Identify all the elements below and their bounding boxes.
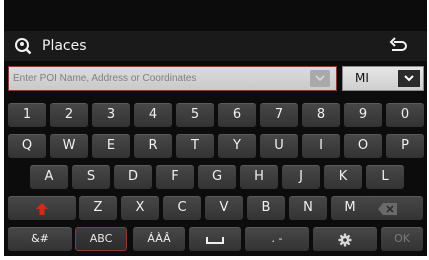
key-o[interactable]: O xyxy=(344,134,382,158)
gear-icon xyxy=(338,233,352,246)
chevron-down-icon xyxy=(315,75,325,82)
abc-key[interactable]: ABC xyxy=(75,227,127,251)
key-s[interactable]: S xyxy=(72,165,110,189)
dot-dash-key[interactable]: . - xyxy=(245,227,309,251)
key-d[interactable]: D xyxy=(114,165,152,189)
accents-key[interactable]: ÁÀÂ xyxy=(133,227,185,251)
key-q[interactable]: Q xyxy=(8,134,46,158)
unit-value: MI xyxy=(355,71,369,85)
key-k[interactable]: K xyxy=(324,165,362,189)
shift-key[interactable] xyxy=(8,196,76,220)
ok-key[interactable]: OK xyxy=(381,227,423,251)
key-m[interactable]: M xyxy=(331,196,369,220)
key-t[interactable]: T xyxy=(176,134,214,158)
key-b[interactable]: B xyxy=(247,196,285,220)
key-5[interactable]: 5 xyxy=(176,103,214,127)
space-key[interactable] xyxy=(189,227,241,251)
search-row: MI xyxy=(4,63,427,93)
key-0[interactable]: 0 xyxy=(386,103,424,127)
key-x[interactable]: X xyxy=(121,196,159,220)
key-u[interactable]: U xyxy=(260,134,298,158)
key-l[interactable]: L xyxy=(366,165,404,189)
key-7[interactable]: 7 xyxy=(260,103,298,127)
key-w[interactable]: W xyxy=(50,134,88,158)
key-e[interactable]: E xyxy=(92,134,130,158)
key-f[interactable]: F xyxy=(156,165,194,189)
key-c[interactable]: C xyxy=(163,196,201,220)
unit-dropdown-button[interactable] xyxy=(398,70,420,87)
chevron-down-icon xyxy=(404,75,414,82)
settings-key[interactable] xyxy=(313,227,377,251)
poi-search-field[interactable] xyxy=(8,66,337,91)
shift-arrow-icon xyxy=(36,202,48,215)
key-j[interactable]: J xyxy=(282,165,320,189)
key-p[interactable]: P xyxy=(386,134,424,158)
key-i[interactable]: I xyxy=(302,134,340,158)
key-h[interactable]: H xyxy=(240,165,278,189)
space-icon xyxy=(206,236,224,244)
key-1[interactable]: 1 xyxy=(8,103,46,127)
key-6[interactable]: 6 xyxy=(218,103,256,127)
back-arrow-icon[interactable] xyxy=(387,36,409,56)
symbols-key[interactable]: &# xyxy=(8,227,72,251)
header-bar: Places xyxy=(4,31,427,61)
backspace-icon xyxy=(378,202,397,215)
key-v[interactable]: V xyxy=(205,196,243,220)
screen: Places MI xyxy=(4,0,427,256)
key-2[interactable]: 2 xyxy=(50,103,88,127)
key-3[interactable]: 3 xyxy=(92,103,130,127)
key-g[interactable]: G xyxy=(198,165,236,189)
unit-select[interactable]: MI xyxy=(342,66,424,91)
key-y[interactable]: Y xyxy=(218,134,256,158)
key-a[interactable]: A xyxy=(30,165,68,189)
key-r[interactable]: R xyxy=(134,134,172,158)
history-dropdown-button[interactable] xyxy=(310,70,330,87)
poi-search-input[interactable] xyxy=(13,67,303,90)
key-n[interactable]: N xyxy=(289,196,327,220)
poi-search-icon xyxy=(15,38,32,55)
key-z[interactable]: Z xyxy=(79,196,117,220)
key-4[interactable]: 4 xyxy=(134,103,172,127)
page-title: Places xyxy=(42,38,87,54)
key-9[interactable]: 9 xyxy=(344,103,382,127)
key-8[interactable]: 8 xyxy=(302,103,340,127)
